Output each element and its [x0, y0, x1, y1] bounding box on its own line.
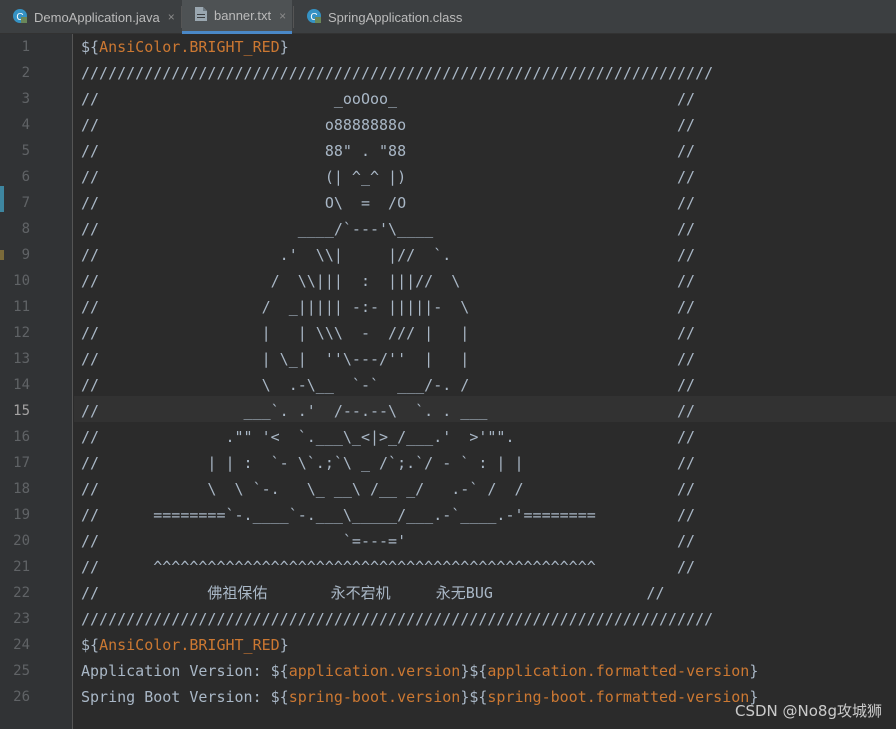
line-number: 19	[13, 507, 30, 523]
line-number-current: 15	[13, 403, 30, 419]
code-line[interactable]: // ========`-.____`-.___\_____/___.-`___…	[81, 502, 695, 528]
code-line[interactable]: // \ \ `-. \_ __\ /__ _/ .-` / / //	[81, 476, 695, 502]
property-token: spring-boot.version	[288, 688, 461, 706]
java-class-icon: C	[12, 8, 28, 27]
code-line[interactable]: // ____/`---'\____ //	[81, 216, 695, 242]
tab-bar: C DemoApplication.java × banner.txt × C …	[0, 0, 896, 34]
code-editor[interactable]: ${AnsiColor.BRIGHT_RED} ////////////////…	[74, 34, 896, 729]
line-number: 5	[21, 143, 30, 159]
code-line[interactable]: // (| ^_^ |) //	[81, 164, 695, 190]
tab-spring-application-class[interactable]: C SpringApplication.class	[294, 0, 474, 34]
placeholder-brace: ${	[270, 688, 289, 706]
code-line[interactable]: // ^^^^^^^^^^^^^^^^^^^^^^^^^^^^^^^^^^^^^…	[81, 554, 695, 580]
editor-window: C DemoApplication.java × banner.txt × C …	[0, 0, 896, 729]
line-number: 20	[13, 533, 30, 549]
placeholder-brace: ${	[469, 662, 488, 680]
ansi-color-token: AnsiColor.BRIGHT_RED	[99, 636, 280, 654]
code-line[interactable]: // \ .-\__ `-` ___/-. / //	[81, 372, 695, 398]
line-number: 26	[13, 689, 30, 705]
tab-label: banner.txt	[214, 8, 272, 23]
line-number: 11	[13, 299, 30, 315]
code-line[interactable]: // | | : `- \`.;`\ _ /`;.`/ - ` : | | //	[81, 450, 695, 476]
line-number: 14	[13, 377, 30, 393]
line-number: 21	[13, 559, 30, 575]
text-file-icon	[194, 6, 208, 25]
line-number: 16	[13, 429, 30, 445]
placeholder-brace: }	[279, 636, 289, 654]
line-number: 17	[13, 455, 30, 471]
line-number: 1	[21, 39, 30, 55]
line-number: 7	[21, 195, 30, 211]
close-icon[interactable]: ×	[279, 9, 286, 23]
code-text: Application Version:	[81, 662, 271, 680]
tab-label: DemoApplication.java	[34, 9, 160, 25]
placeholder-brace: ${	[270, 662, 289, 680]
code-line[interactable]: // 88" . "88 //	[81, 138, 695, 164]
placeholder-brace: }	[279, 38, 289, 56]
code-text: Spring Boot Version:	[81, 688, 271, 706]
code-line[interactable]: Application Version: ${application.versi…	[81, 658, 758, 684]
line-number: 23	[13, 611, 30, 627]
line-number: 25	[13, 663, 30, 679]
property-token: spring-boot.formatted-version	[487, 688, 750, 706]
code-line[interactable]: ${AnsiColor.BRIGHT_RED}	[81, 632, 289, 658]
line-number: 12	[13, 325, 30, 341]
tab-banner-txt[interactable]: banner.txt ×	[182, 0, 292, 34]
java-class-icon: C	[306, 8, 322, 27]
code-line[interactable]: // / \\||| : |||// \ //	[81, 268, 695, 294]
line-number: 22	[13, 585, 30, 601]
placeholder-brace: ${	[81, 38, 100, 56]
line-number: 3	[21, 91, 30, 107]
close-icon[interactable]: ×	[168, 10, 175, 24]
code-line[interactable]: // ."" '< `.___\_<|>_/___.' >'"". //	[81, 424, 695, 450]
property-token: application.formatted-version	[487, 662, 750, 680]
line-number: 24	[13, 637, 30, 653]
line-number: 18	[13, 481, 30, 497]
tab-label: SpringApplication.class	[328, 9, 463, 25]
code-line[interactable]: // / _||||| -:- |||||- \ //	[81, 294, 695, 320]
ansi-color-token: AnsiColor.BRIGHT_RED	[99, 38, 280, 56]
code-line[interactable]: // | \_| ''\---/'' | | //	[81, 346, 695, 372]
code-line[interactable]: // O\ = /O //	[81, 190, 695, 216]
code-line[interactable]: ////////////////////////////////////////…	[81, 606, 713, 632]
placeholder-brace: }	[749, 662, 759, 680]
placeholder-brace: }	[460, 662, 470, 680]
line-number: 8	[21, 221, 30, 237]
code-line[interactable]: // _ooOoo_ //	[81, 86, 695, 112]
line-number: 10	[13, 273, 30, 289]
code-line-current[interactable]: // ___`. .' /--.--\ `. . ___ //	[81, 398, 695, 424]
code-line[interactable]: // .' \\| |// `. //	[81, 242, 695, 268]
code-line[interactable]: // 佛祖保佑 永不宕机 永无BUG //	[81, 580, 664, 606]
code-line[interactable]: ////////////////////////////////////////…	[81, 60, 713, 86]
tab-demo-application[interactable]: C DemoApplication.java ×	[0, 0, 180, 34]
code-line[interactable]: // `=---=' //	[81, 528, 695, 554]
code-line[interactable]: // | | \\\ - /// | | //	[81, 320, 695, 346]
line-number: 4	[21, 117, 30, 133]
code-line[interactable]: // o8888888o //	[81, 112, 695, 138]
line-number: 6	[21, 169, 30, 185]
line-number-gutter[interactable]: 1 2 3 4 5 6 7 8 9 10 11 12 13 14 15 16 1…	[0, 34, 73, 729]
line-number: 9	[21, 247, 30, 263]
line-number: 13	[13, 351, 30, 367]
line-number: 2	[21, 65, 30, 81]
watermark: CSDN @No8g攻城狮	[735, 702, 882, 720]
code-line[interactable]: ${AnsiColor.BRIGHT_RED}	[81, 34, 289, 60]
property-token: application.version	[288, 662, 461, 680]
placeholder-brace: ${	[81, 636, 100, 654]
placeholder-brace: }	[460, 688, 470, 706]
placeholder-brace: ${	[469, 688, 488, 706]
code-line[interactable]: Spring Boot Version: ${spring-boot.versi…	[81, 684, 758, 710]
